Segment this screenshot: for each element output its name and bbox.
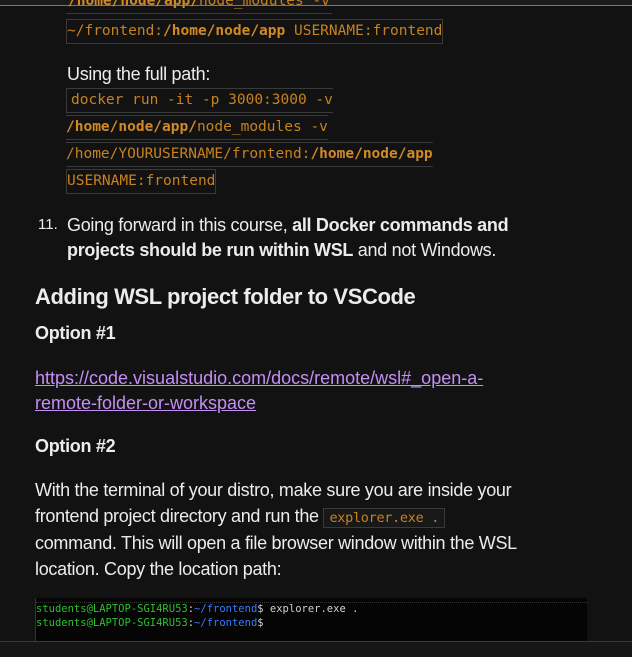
terminal-screenshot: students@LAPTOP-SGI4RU53:~/frontend$ exp… — [35, 598, 587, 641]
paragraph-line: With the terminal of your distro, make s… — [35, 480, 512, 500]
terminal-line: students@LAPTOP-SGI4RU53:~/frontend$ exp… — [36, 603, 359, 615]
terminal-line: students@LAPTOP-SGI4RU53:~/frontend$ — [36, 616, 264, 629]
paragraph-line: command. This will open a file browser w… — [35, 533, 517, 553]
code-line: /home/node/app/node_modules -v — [66, 115, 328, 140]
step-11-text: Going forward in this course, all Docker… — [67, 215, 509, 235]
section-heading: Adding WSL project folder to VSCode — [35, 284, 416, 309]
step-11-text: projects should be run within WSL and no… — [67, 240, 497, 260]
code-line: ~/frontend:/home/node/app USERNAME:front… — [66, 19, 444, 44]
code-line: docker run -it -p 3000:3000 -v — [66, 88, 333, 113]
option-1-title: Option #1 — [35, 323, 116, 343]
full-path-label: Using the full path: — [67, 64, 211, 84]
paragraph-line: frontend project directory and run the e… — [35, 504, 446, 530]
code-line: USERNAME:frontend — [66, 169, 217, 194]
paragraph-line: location. Copy the location path: — [35, 559, 282, 579]
option-2-title: Option #2 — [35, 436, 116, 456]
wsl-docs-link[interactable]: https://code.visualstudio.com/docs/remot… — [35, 366, 483, 416]
bottom-bar — [0, 641, 632, 657]
code-line: /home/node/app/node_modules -v — [66, 0, 332, 14]
code-line: /home/YOURUSERNAME/frontend:/home/node/a… — [66, 142, 433, 167]
inline-code: explorer.exe . — [323, 508, 446, 528]
list-number: 11. — [38, 216, 58, 233]
